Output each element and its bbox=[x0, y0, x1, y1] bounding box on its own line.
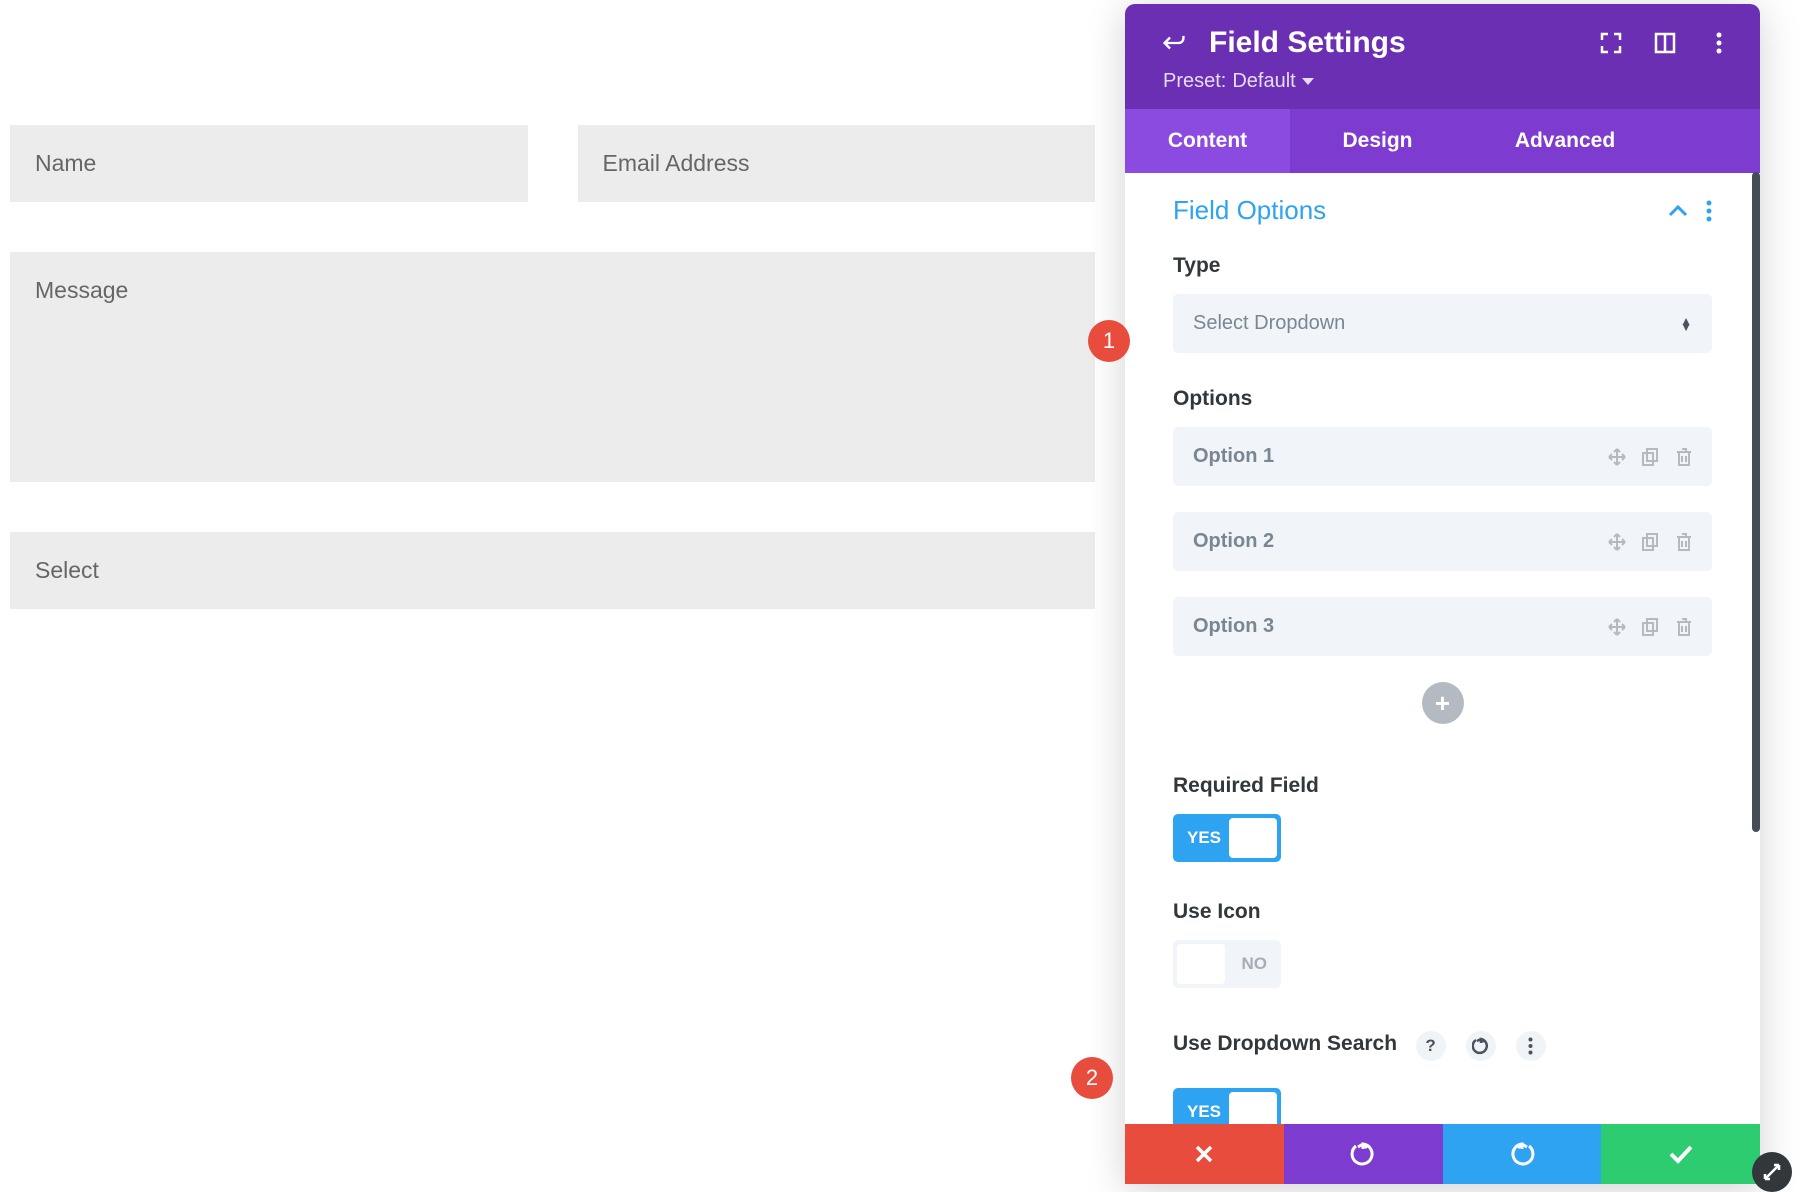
option-row[interactable]: Option 2 bbox=[1173, 512, 1712, 571]
trash-icon[interactable] bbox=[1676, 618, 1692, 636]
section-menu-dots-icon[interactable] bbox=[1706, 200, 1712, 222]
redo-icon bbox=[1509, 1142, 1535, 1166]
add-option-button[interactable]: + bbox=[1422, 682, 1464, 724]
panel-header: Field Settings bbox=[1125, 4, 1760, 109]
annotation-badge-1: 1 bbox=[1088, 320, 1130, 362]
toggle-knob bbox=[1229, 818, 1277, 858]
preset-value: Default bbox=[1232, 70, 1295, 93]
redo-button[interactable] bbox=[1443, 1124, 1602, 1184]
use-icon-toggle[interactable]: NO bbox=[1173, 940, 1281, 988]
plus-icon: + bbox=[1435, 688, 1450, 719]
option-label: Option 1 bbox=[1193, 445, 1274, 468]
move-icon[interactable] bbox=[1608, 448, 1626, 466]
type-select-value: Select Dropdown bbox=[1193, 312, 1345, 335]
move-icon[interactable] bbox=[1608, 618, 1626, 636]
undo-icon bbox=[1350, 1142, 1376, 1166]
name-field[interactable]: Name bbox=[10, 125, 528, 202]
columns-icon[interactable] bbox=[1654, 32, 1676, 54]
trash-icon[interactable] bbox=[1676, 448, 1692, 466]
setting-menu-dots-icon[interactable] bbox=[1516, 1031, 1546, 1061]
expand-icon[interactable] bbox=[1600, 32, 1622, 54]
trash-icon[interactable] bbox=[1676, 533, 1692, 551]
required-label: Required Field bbox=[1173, 774, 1712, 798]
scrollbar[interactable] bbox=[1752, 172, 1760, 832]
toggle-label: YES bbox=[1173, 1102, 1221, 1122]
select-field[interactable]: Select bbox=[10, 532, 1095, 609]
back-icon[interactable] bbox=[1163, 32, 1185, 54]
undo-button[interactable] bbox=[1284, 1124, 1443, 1184]
type-label: Type bbox=[1173, 254, 1712, 278]
use-dd-search-toggle[interactable]: YES bbox=[1173, 1088, 1281, 1124]
check-icon bbox=[1668, 1144, 1694, 1164]
toggle-label: YES bbox=[1173, 828, 1221, 848]
settings-panel: Field Settings bbox=[1125, 4, 1760, 1184]
panel-title: Field Settings bbox=[1209, 26, 1576, 60]
tab-content[interactable]: Content bbox=[1125, 109, 1290, 173]
chevron-down-icon bbox=[1302, 78, 1314, 86]
option-label: Option 3 bbox=[1193, 615, 1274, 638]
duplicate-icon[interactable] bbox=[1642, 618, 1660, 636]
updown-icon: ▲▼ bbox=[1680, 318, 1692, 330]
email-field[interactable]: Email Address bbox=[578, 125, 1096, 202]
resize-handle[interactable] bbox=[1752, 1152, 1792, 1192]
panel-tabs: Content Design Advanced bbox=[1125, 109, 1760, 173]
duplicate-icon[interactable] bbox=[1642, 533, 1660, 551]
use-dd-search-label: Use Dropdown Search bbox=[1173, 1032, 1397, 1056]
option-row[interactable]: Option 1 bbox=[1173, 427, 1712, 486]
preset-selector[interactable]: Preset: Default bbox=[1163, 70, 1730, 93]
reset-icon[interactable] bbox=[1466, 1031, 1496, 1061]
form-preview: Name Email Address Message Select bbox=[10, 0, 1095, 659]
annotation-badge-2: 2 bbox=[1071, 1057, 1113, 1099]
toggle-knob bbox=[1229, 1092, 1277, 1124]
toggle-label: NO bbox=[1242, 954, 1268, 974]
tab-advanced[interactable]: Advanced bbox=[1465, 109, 1665, 173]
cancel-button[interactable] bbox=[1125, 1124, 1284, 1184]
preset-label: Preset: bbox=[1163, 70, 1226, 93]
use-icon-label: Use Icon bbox=[1173, 900, 1712, 924]
message-field[interactable]: Message bbox=[10, 252, 1095, 482]
tab-design[interactable]: Design bbox=[1290, 109, 1465, 173]
duplicate-icon[interactable] bbox=[1642, 448, 1660, 466]
close-icon bbox=[1193, 1143, 1215, 1165]
section-title[interactable]: Field Options bbox=[1173, 195, 1326, 226]
required-toggle[interactable]: YES bbox=[1173, 814, 1281, 862]
panel-footer bbox=[1125, 1124, 1760, 1184]
options-label: Options bbox=[1173, 387, 1712, 411]
option-label: Option 2 bbox=[1193, 530, 1274, 553]
type-select[interactable]: Select Dropdown ▲▼ bbox=[1173, 294, 1712, 353]
toggle-knob bbox=[1177, 944, 1225, 984]
menu-dots-icon[interactable] bbox=[1708, 32, 1730, 54]
option-row[interactable]: Option 3 bbox=[1173, 597, 1712, 656]
panel-body: Field Options Type Select Dropdown ▲▼ Op… bbox=[1125, 173, 1760, 1124]
chevron-up-icon[interactable] bbox=[1668, 204, 1688, 218]
move-icon[interactable] bbox=[1608, 533, 1626, 551]
confirm-button[interactable] bbox=[1601, 1124, 1760, 1184]
help-icon[interactable]: ? bbox=[1416, 1031, 1446, 1061]
